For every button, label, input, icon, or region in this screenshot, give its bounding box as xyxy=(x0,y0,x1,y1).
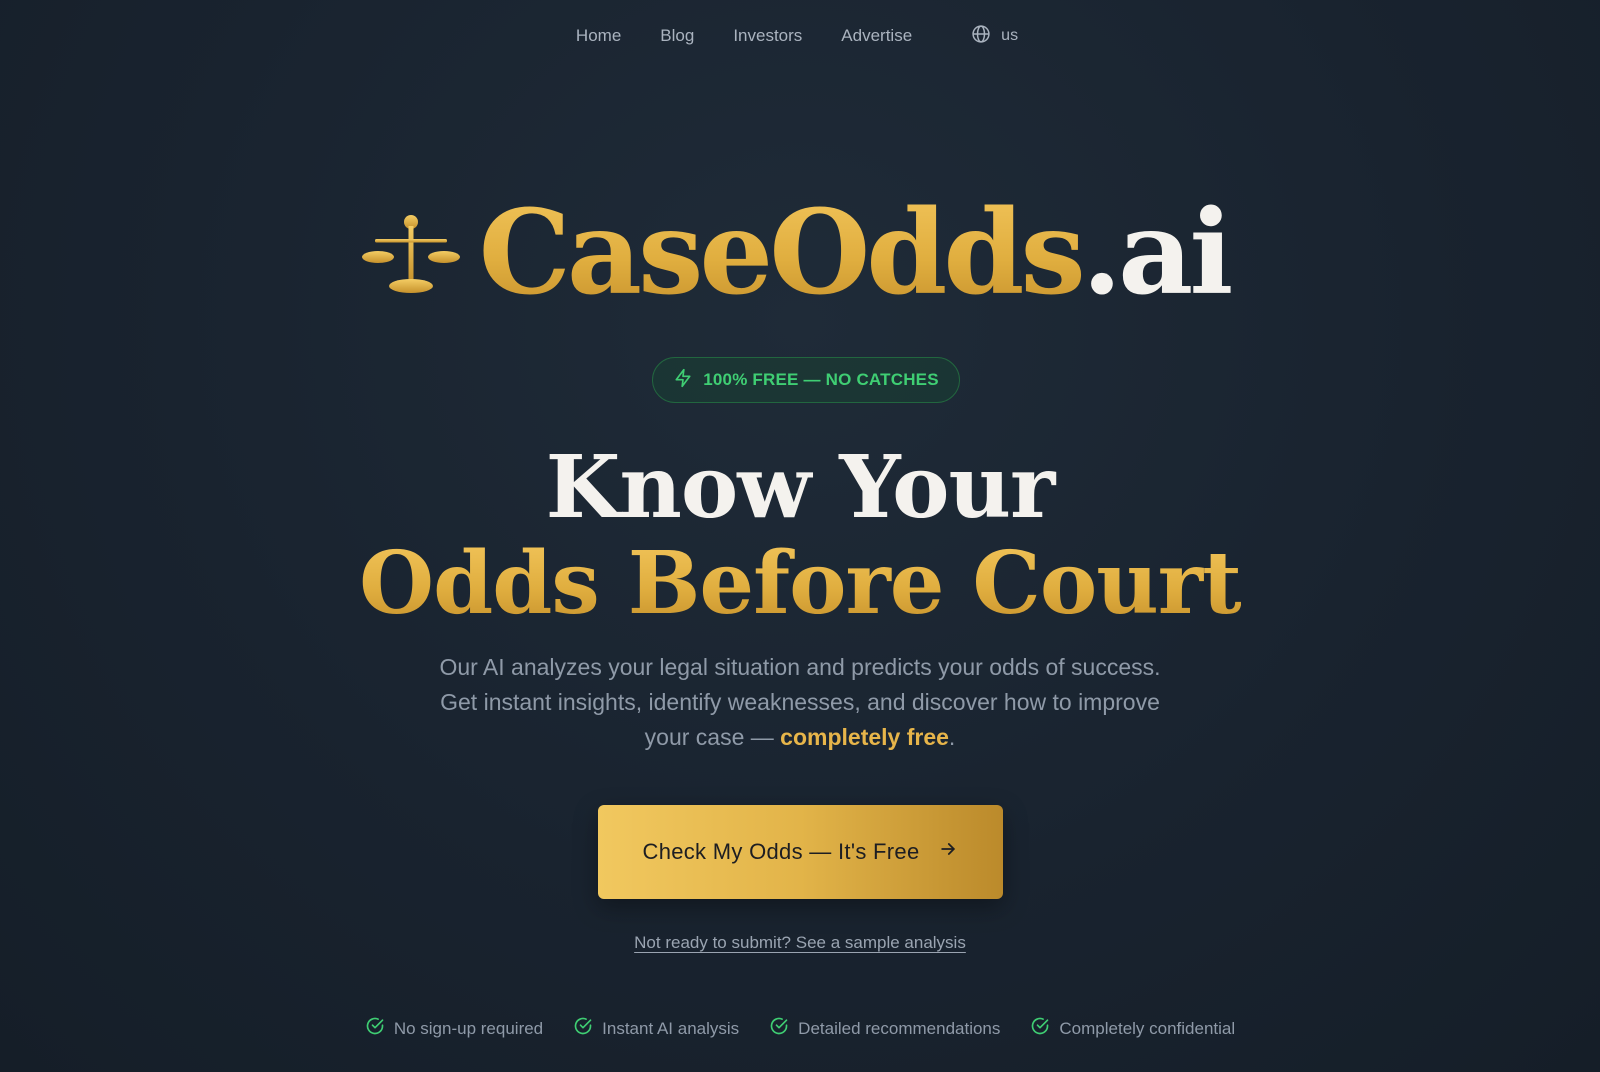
cta-wrap: Check My Odds — It's Free xyxy=(0,805,1600,899)
check-circle-icon xyxy=(769,1016,789,1041)
scales-icon xyxy=(361,208,461,298)
headline-line-2: Odds Before Court xyxy=(359,533,1242,634)
lightning-icon xyxy=(673,368,693,393)
language-selector[interactable]: us xyxy=(971,24,1018,49)
sample-wrap: Not ready to submit? See a sample analys… xyxy=(0,933,1600,953)
check-circle-icon xyxy=(573,1016,593,1041)
feature-item: Instant AI analysis xyxy=(573,1016,739,1041)
badge-wrap: 100% FREE — NO CATCHES xyxy=(0,357,1600,403)
arrow-right-icon xyxy=(938,839,958,865)
globe-icon xyxy=(971,24,991,49)
feature-label: Detailed recommendations xyxy=(798,1018,1001,1038)
nav-link-advertise[interactable]: Advertise xyxy=(841,26,912,46)
badge-text: 100% FREE — NO CATCHES xyxy=(703,370,939,389)
nav-links: Home Blog Investors Advertise us xyxy=(576,24,1018,49)
brand-logo-block: CaseOdds.ai xyxy=(0,195,1600,311)
feature-item: No sign-up required xyxy=(365,1016,543,1041)
brand-inner: CaseOdds.ai xyxy=(361,195,1234,311)
check-circle-icon xyxy=(365,1016,385,1041)
nav-link-investors[interactable]: Investors xyxy=(733,26,802,46)
brand-name: CaseOdds.ai xyxy=(479,195,1234,311)
subtitle-line-2: Get instant insights, identify weaknesse… xyxy=(440,689,1160,715)
subtitle-line-3-prefix: your case — xyxy=(644,724,781,750)
hero-headline: Know Your Odds Before Court xyxy=(0,440,1600,632)
free-badge: 100% FREE — NO CATCHES xyxy=(652,357,960,403)
subtitle-line-3-suffix: . xyxy=(948,724,956,750)
check-circle-icon xyxy=(1030,1016,1050,1041)
nav-link-blog[interactable]: Blog xyxy=(660,26,694,46)
hero-subtitle: Our AI analyzes your legal situation and… xyxy=(0,650,1600,755)
brand-name-main: CaseOdds xyxy=(478,185,1086,321)
feature-label: Instant AI analysis xyxy=(602,1018,740,1038)
language-label: us xyxy=(1001,27,1019,44)
nav-link-home[interactable]: Home xyxy=(576,26,621,46)
subtitle-highlight: completely free xyxy=(780,724,949,750)
brand-name-suffix: .ai xyxy=(1081,185,1234,321)
sample-analysis-link[interactable]: Not ready to submit? See a sample analys… xyxy=(634,933,966,952)
feature-item: Detailed recommendations xyxy=(769,1016,1000,1041)
feature-list: No sign-up required Instant AI analysis … xyxy=(0,1016,1600,1041)
check-odds-button[interactable]: Check My Odds — It's Free xyxy=(597,805,1003,899)
headline-line-1: Know Your xyxy=(545,437,1056,538)
feature-item: Completely confidential xyxy=(1030,1016,1235,1041)
top-nav: Home Blog Investors Advertise us xyxy=(0,0,1600,72)
feature-label: No sign-up required xyxy=(393,1018,544,1038)
subtitle-line-1: Our AI analyzes your legal situation and… xyxy=(439,654,1161,680)
feature-label: Completely confidential xyxy=(1059,1018,1236,1038)
cta-label: Check My Odds — It's Free xyxy=(642,839,920,864)
